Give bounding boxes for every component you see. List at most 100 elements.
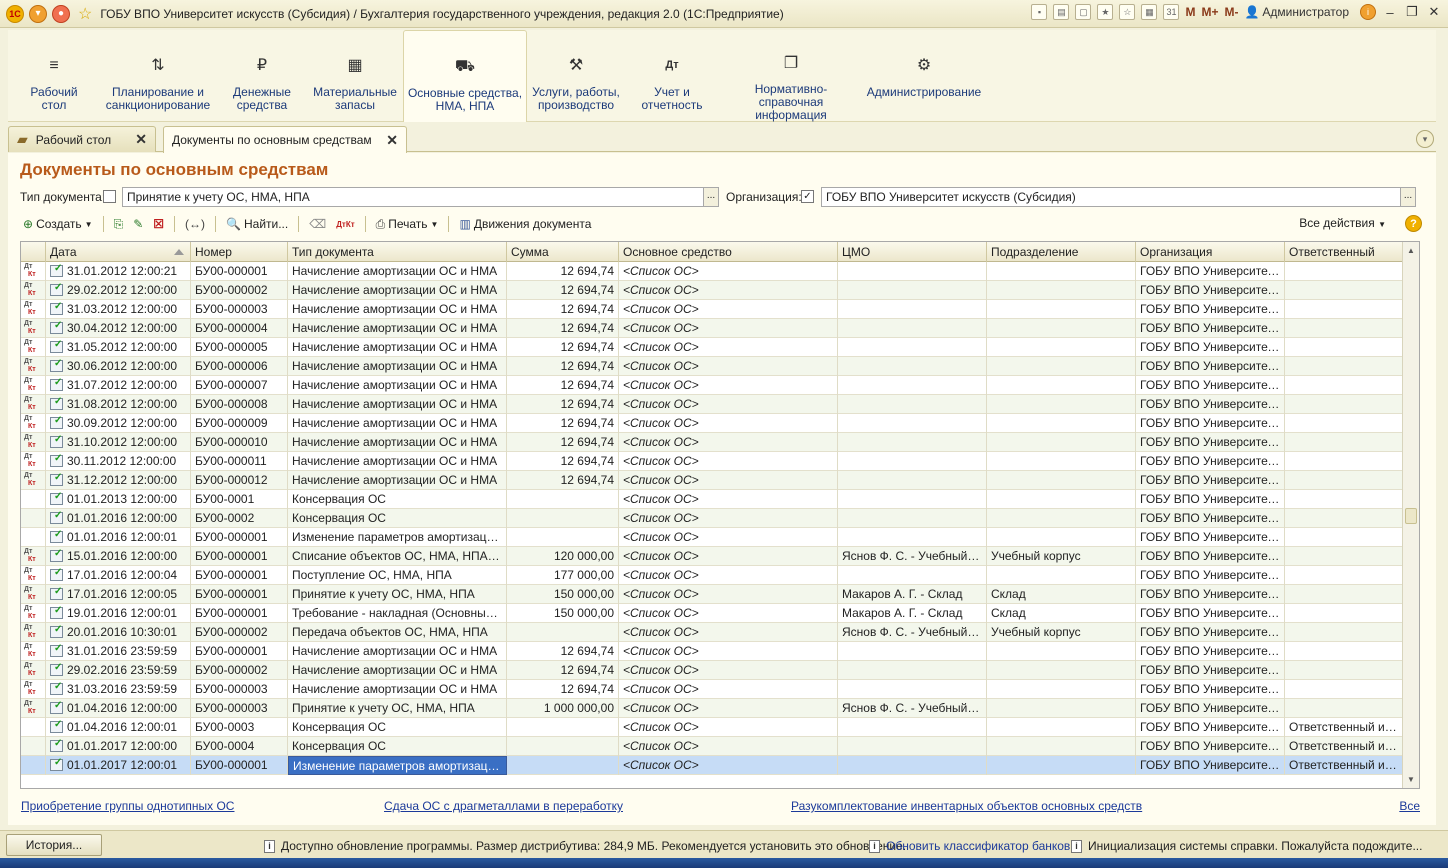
tab-fixed-asset-documents[interactable]: Документы по основным средствам ✕ (163, 126, 407, 153)
cell-doc-type[interactable]: Начисление амортизации ОС и НМА (288, 471, 507, 490)
cell-department[interactable] (987, 376, 1136, 395)
cell-fixed-asset[interactable]: <Список ОС> (619, 490, 838, 509)
cell-fixed-asset[interactable]: <Список ОС> (619, 338, 838, 357)
cell-organization[interactable]: ГОБУ ВПО Университет ... (1136, 338, 1285, 357)
cell-responsible[interactable] (1285, 680, 1403, 699)
cell-number[interactable]: БУ00-000001 (191, 604, 288, 623)
cell-date[interactable]: 19.01.2016 12:00:01 (46, 604, 191, 623)
cell-number[interactable]: БУ00-000002 (191, 623, 288, 642)
cell-date[interactable]: 01.01.2013 12:00:00 (46, 490, 191, 509)
cell-department[interactable] (987, 338, 1136, 357)
cell-responsible[interactable] (1285, 490, 1403, 509)
cell-number[interactable]: БУ00-000001 (191, 642, 288, 661)
cell-sum[interactable] (507, 509, 619, 528)
table-row[interactable]: ДтКт 17.01.2016 12:00:04БУ00-000001Поступ… (21, 566, 1403, 585)
cell-date[interactable]: 31.03.2012 12:00:00 (46, 300, 191, 319)
favorites-star-icon[interactable]: ☆ (78, 4, 92, 24)
cell-sum[interactable]: 150 000,00 (507, 604, 619, 623)
preview-icon[interactable]: ▢ (1075, 4, 1092, 20)
cell-fixed-asset[interactable]: <Список ОС> (619, 737, 838, 756)
cell-department[interactable] (987, 395, 1136, 414)
cell-doc-type[interactable]: Начисление амортизации ОС и НМА (288, 357, 507, 376)
cell-number[interactable]: БУ00-000006 (191, 357, 288, 376)
cell-sum[interactable]: 12 694,74 (507, 414, 619, 433)
cell-department[interactable]: Учебный корпус (987, 547, 1136, 566)
cell-doc-type[interactable]: Начисление амортизации ОС и НМА (288, 680, 507, 699)
cell-department[interactable] (987, 471, 1136, 490)
main-menu-icon[interactable]: ▾ (29, 4, 47, 23)
cell-department[interactable] (987, 262, 1136, 281)
table-row[interactable]: ДтКт 30.11.2012 12:00:00БУ00-000011Начисл… (21, 452, 1403, 471)
cell-date[interactable]: 01.01.2016 12:00:01 (46, 528, 191, 547)
cell-cmo[interactable]: Яснов Ф. С. - Учебный ко... (838, 623, 987, 642)
cell-department[interactable] (987, 718, 1136, 737)
cell-sum[interactable]: 12 694,74 (507, 642, 619, 661)
cell-sum[interactable] (507, 528, 619, 547)
cell-number[interactable]: БУ00-000008 (191, 395, 288, 414)
copy-button[interactable]: ⎘ (111, 214, 127, 234)
cell-department[interactable] (987, 319, 1136, 338)
table-row[interactable]: ДтКт 15.01.2016 12:00:00БУ00-000001Списан… (21, 547, 1403, 566)
cell-fixed-asset[interactable]: <Список ОС> (619, 319, 838, 338)
cell-department[interactable] (987, 452, 1136, 471)
cell-date[interactable]: 30.11.2012 12:00:00 (46, 452, 191, 471)
cancel-search-button[interactable]: ⌫ (306, 214, 329, 234)
cell-cmo[interactable] (838, 319, 987, 338)
cell-sum[interactable]: 1 000 000,00 (507, 699, 619, 718)
minimize-button[interactable]: – (1382, 5, 1398, 20)
print-button[interactable]: ⎙ Печать ▼ (373, 214, 442, 234)
table-row[interactable]: ДтКт 29.02.2012 12:00:00БУ00-000002Начисл… (21, 281, 1403, 300)
cell-responsible[interactable] (1285, 528, 1403, 547)
cell-fixed-asset[interactable]: <Список ОС> (619, 661, 838, 680)
help-icon[interactable]: ? (1405, 215, 1422, 232)
cell-number[interactable]: БУ00-000001 (191, 547, 288, 566)
cell-number[interactable]: БУ00-000002 (191, 281, 288, 300)
cell-doc-type[interactable]: Требование - накладная (Основные ср... (288, 604, 507, 623)
delete-button[interactable]: ☒ (150, 214, 167, 234)
column-header-date[interactable]: Дата (46, 242, 191, 262)
cell-fixed-asset[interactable]: <Список ОС> (619, 262, 838, 281)
cell-doc-type[interactable]: Консервация ОС (288, 718, 507, 737)
scroll-up-icon[interactable]: ▲ (1403, 242, 1419, 259)
cell-cmo[interactable] (838, 756, 987, 775)
cell-responsible[interactable]: Ответственный ис... (1285, 737, 1403, 756)
tab-desktop[interactable]: ▰ Рабочий стол ✕ (8, 126, 156, 152)
cell-cmo[interactable] (838, 300, 987, 319)
table-row[interactable]: ДтКт 31.07.2012 12:00:00БУ00-000007Начисл… (21, 376, 1403, 395)
table-row[interactable]: ДтКт 31.03.2016 23:59:59БУ00-000003Начисл… (21, 680, 1403, 699)
link-disassembly[interactable]: Разукомплектование инвентарных объектов … (791, 799, 1142, 813)
cell-cmo[interactable]: Яснов Ф. С. - Учебный ко... (838, 547, 987, 566)
cell-date[interactable]: 20.01.2016 10:30:01 (46, 623, 191, 642)
cell-number[interactable]: БУ00-000009 (191, 414, 288, 433)
cell-responsible[interactable] (1285, 338, 1403, 357)
cell-sum[interactable]: 12 694,74 (507, 661, 619, 680)
cell-number[interactable]: БУ00-0002 (191, 509, 288, 528)
cell-date[interactable]: 15.01.2016 12:00:00 (46, 547, 191, 566)
cell-doc-type[interactable]: Списание объектов ОС, НМА, НПА (кро... (288, 547, 507, 566)
update-message[interactable]: i Доступно обновление программы. Размер … (264, 839, 906, 853)
cell-cmo[interactable] (838, 528, 987, 547)
cell-responsible[interactable] (1285, 699, 1403, 718)
section-fixed-assets[interactable]: ⛟ Основные средства, НМА, НПА (403, 30, 527, 122)
cell-sum[interactable]: 177 000,00 (507, 566, 619, 585)
cell-doc-type[interactable]: Принятие к учету ОС, НМА, НПА (288, 585, 507, 604)
cell-date[interactable]: 31.08.2012 12:00:00 (46, 395, 191, 414)
refresh-button[interactable]: (↔) (182, 214, 208, 234)
memory-plus-button[interactable]: M+ (1201, 5, 1218, 19)
table-row[interactable]: ДтКт 31.01.2016 23:59:59БУ00-000001Начисл… (21, 642, 1403, 661)
org-field[interactable]: ГОБУ ВПО Университет искусств (Субсидия) (821, 187, 1401, 207)
cell-doc-type[interactable]: Начисление амортизации ОС и НМА (288, 433, 507, 452)
cell-organization[interactable]: ГОБУ ВПО Университет ... (1136, 604, 1285, 623)
scroll-thumb[interactable] (1405, 508, 1417, 524)
cell-doc-type[interactable]: Начисление амортизации ОС и НМА (288, 319, 507, 338)
cell-doc-type[interactable]: Начисление амортизации ОС и НМА (288, 281, 507, 300)
section-reference[interactable]: ❐ Нормативно-справочная информация (724, 30, 858, 122)
cell-organization[interactable]: ГОБУ ВПО Университет ... (1136, 357, 1285, 376)
cell-sum[interactable]: 12 694,74 (507, 338, 619, 357)
cell-organization[interactable]: ГОБУ ВПО Университет ... (1136, 300, 1285, 319)
table-row[interactable]: ДтКт 17.01.2016 12:00:05БУ00-000001Принят… (21, 585, 1403, 604)
cell-organization[interactable]: ГОБУ ВПО Университет ... (1136, 414, 1285, 433)
cell-organization[interactable]: ГОБУ ВПО Университет ... (1136, 737, 1285, 756)
cell-cmo[interactable] (838, 661, 987, 680)
cell-doc-type[interactable]: Принятие к учету ОС, НМА, НПА (288, 699, 507, 718)
